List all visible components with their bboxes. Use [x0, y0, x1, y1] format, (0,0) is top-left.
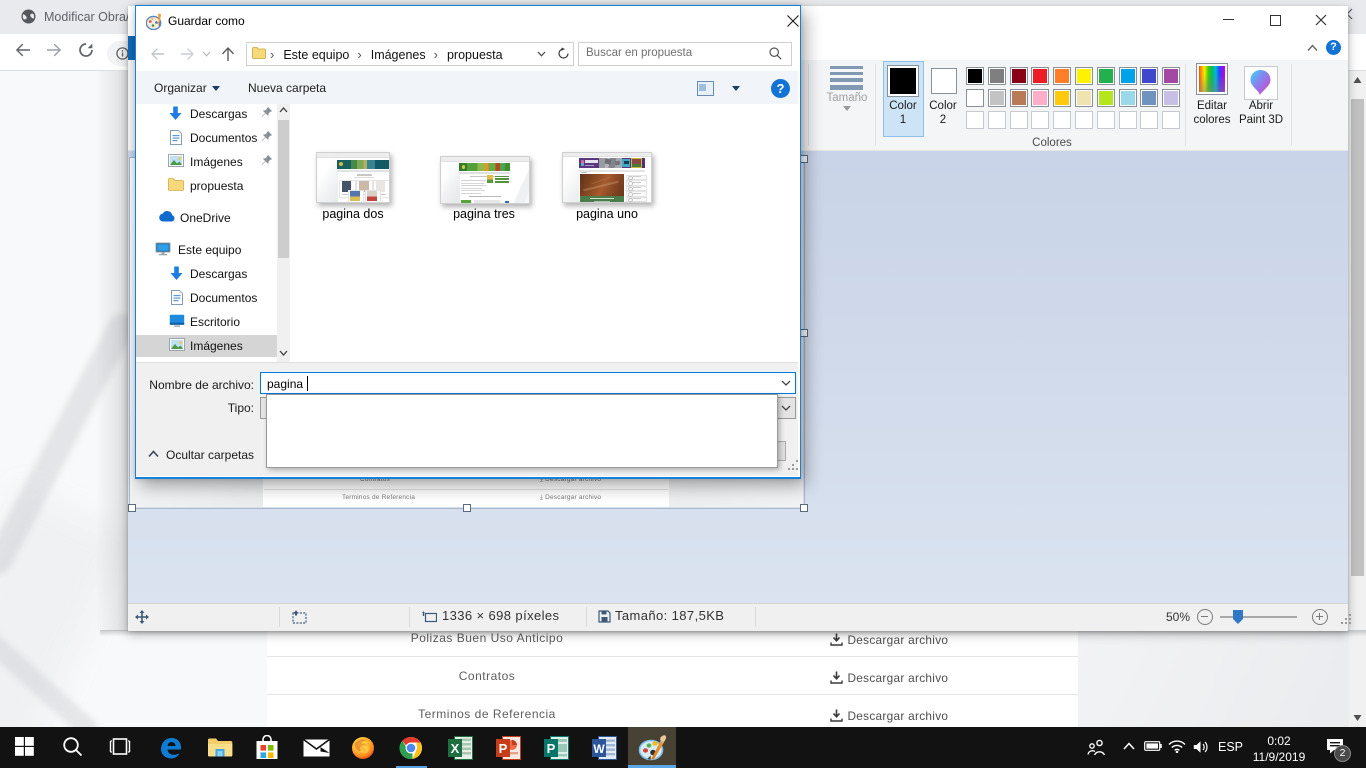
svg-text:P: P	[547, 741, 556, 756]
svg-text:X: X	[451, 741, 460, 756]
svg-text:P: P	[499, 741, 508, 756]
svg-text:W: W	[593, 742, 605, 756]
